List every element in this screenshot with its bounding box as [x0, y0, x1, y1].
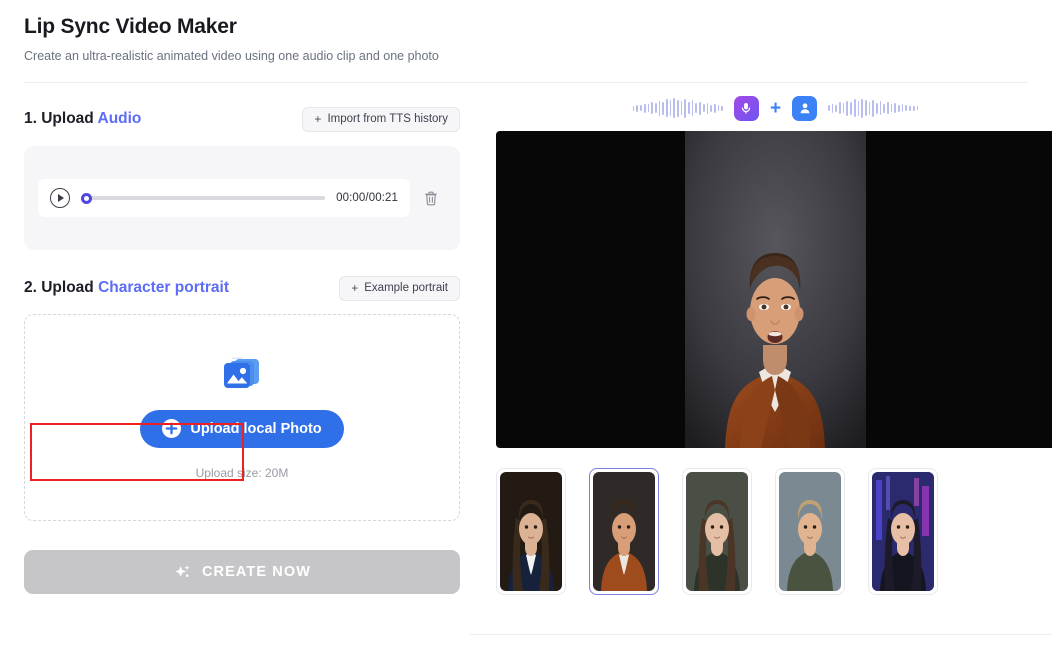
- audio-section-header: 1. Upload Audio + Import from TTS histor…: [24, 105, 460, 133]
- waveform-icon: [632, 97, 723, 119]
- upload-local-photo-button[interactable]: Upload local Photo: [140, 409, 344, 448]
- example-portrait-button[interactable]: + Example portrait: [339, 275, 460, 301]
- thumbnail-image: [686, 472, 748, 591]
- portrait-section-title: 2. Upload Character portrait: [24, 279, 229, 297]
- sparkle-icon: [175, 564, 190, 577]
- page-subtitle: Create an ultra-realistic animated video…: [24, 49, 439, 63]
- audio-upload-card: 00:00/00:21: [24, 146, 460, 250]
- plus-circle-icon: [162, 419, 182, 438]
- plus-icon: +: [351, 281, 359, 295]
- right-panel: +: [460, 83, 1052, 595]
- microphone-icon: [733, 95, 759, 121]
- waveform-icon: [828, 97, 919, 119]
- page-title: Lip Sync Video Maker: [24, 15, 237, 38]
- thumbnail-image: [872, 472, 934, 591]
- video-preview[interactable]: [496, 131, 1052, 448]
- create-now-button[interactable]: CREATE NOW: [24, 550, 460, 594]
- audio-section-title: 1. Upload Audio: [24, 110, 141, 128]
- portrait-step-accent: Character portrait: [98, 279, 230, 296]
- thumbnail-portrait-woman-dark-suit[interactable]: [496, 468, 566, 595]
- plus-icon: +: [769, 97, 782, 119]
- import-tts-history-button[interactable]: + Import from TTS history: [302, 106, 460, 132]
- preview-banner: +: [496, 89, 1052, 127]
- audio-player: 00:00/00:21: [38, 179, 410, 217]
- person-icon: [792, 95, 818, 121]
- audio-step-accent: Audio: [97, 110, 142, 127]
- preview-portrait-image: [685, 131, 866, 448]
- import-tts-history-label: Import from TTS history: [327, 113, 448, 125]
- play-icon[interactable]: [50, 188, 70, 208]
- thumbnail-portrait-woman-cyberpunk[interactable]: [868, 468, 938, 595]
- photos-stack-icon: [221, 356, 263, 392]
- play-triangle: [58, 194, 64, 202]
- audio-step-number: 1. Upload: [24, 110, 98, 127]
- plus-icon: +: [314, 112, 322, 126]
- main-body: 1. Upload Audio + Import from TTS histor…: [0, 83, 1052, 595]
- portrait-section-header: 2. Upload Character portrait + Example p…: [24, 274, 460, 302]
- thumbnail-portrait-man-brown-coat[interactable]: [589, 468, 659, 595]
- portrait-step-number: 2. Upload: [24, 279, 99, 296]
- bottom-divider: [470, 634, 1052, 635]
- audio-progress-thumb[interactable]: [81, 192, 92, 204]
- thumbnail-image: [779, 472, 841, 591]
- portrait-thumbnail-list: [496, 468, 1052, 595]
- left-panel: 1. Upload Audio + Import from TTS histor…: [24, 83, 460, 595]
- create-now-label: CREATE NOW: [201, 564, 311, 580]
- thumbnail-image: [500, 472, 562, 591]
- audio-progress-slider[interactable]: [81, 189, 326, 207]
- thumbnail-portrait-man-green-shirt[interactable]: [775, 468, 845, 595]
- portrait-dropzone[interactable]: Upload local Photo Upload size: 20M: [24, 314, 460, 521]
- thumbnail-image: [593, 472, 655, 591]
- upload-size-hint: Upload size: 20M: [195, 465, 289, 480]
- example-portrait-label: Example portrait: [364, 282, 448, 294]
- audio-time-display: 00:00/00:21: [336, 192, 398, 204]
- trash-icon[interactable]: [416, 183, 446, 213]
- thumbnail-portrait-woman-long-hair[interactable]: [682, 468, 752, 595]
- lip-sync-video-maker-page: Lip Sync Video Maker Create an ultra-rea…: [0, 0, 1052, 650]
- upload-local-photo-label: Upload local Photo: [190, 420, 322, 437]
- audio-progress-track: [81, 196, 326, 200]
- page-header: Lip Sync Video Maker Create an ultra-rea…: [0, 0, 1052, 83]
